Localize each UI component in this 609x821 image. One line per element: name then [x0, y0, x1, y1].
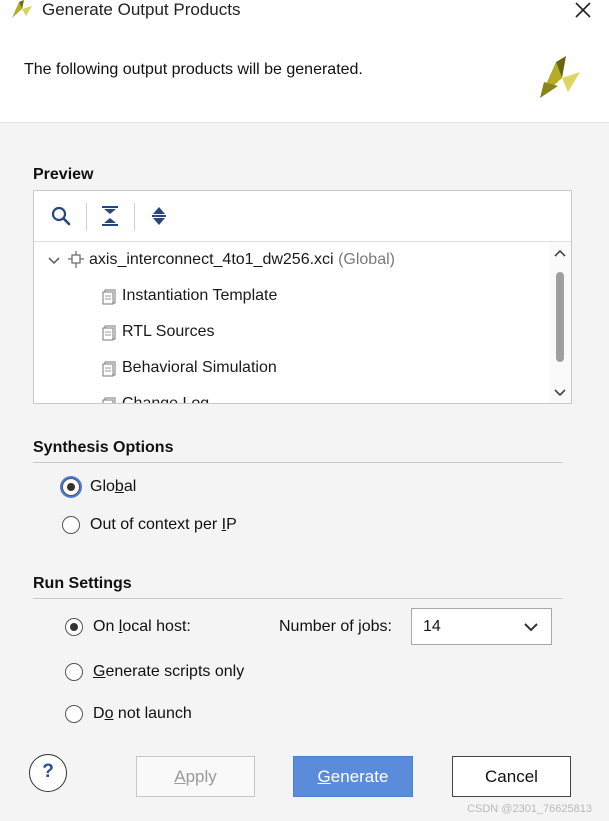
- title-bar: Generate Output Products: [0, 0, 609, 34]
- preview-tree: axis_interconnect_4to1_dw256.xci (Global…: [34, 242, 549, 403]
- file-icon: [102, 325, 116, 341]
- help-button[interactable]: ?: [29, 754, 67, 792]
- apply-button[interactable]: Apply: [136, 756, 255, 797]
- scrollbar-thumb[interactable]: [556, 272, 564, 362]
- run-local-host-radio[interactable]: [65, 618, 83, 636]
- cancel-button[interactable]: Cancel: [452, 756, 571, 797]
- close-icon[interactable]: [571, 0, 595, 22]
- chevron-down-icon[interactable]: [48, 256, 60, 266]
- run-local-host-label: On local host:: [93, 618, 191, 635]
- preview-title: Preview: [33, 166, 94, 183]
- tree-item-label: Behavioral Simulation: [122, 359, 277, 376]
- tree-item-label: Change Log: [122, 395, 209, 403]
- tree-item-label: Instantiation Template: [122, 287, 278, 304]
- watermark: CSDN @2301_76625813: [467, 803, 592, 815]
- jobs-value: 14: [423, 618, 441, 635]
- jobs-label: Number of jobs:: [279, 618, 392, 635]
- section-divider: [33, 598, 562, 599]
- tree-root-label: axis_interconnect_4to1_dw256.xci: [89, 251, 334, 268]
- ip-core-icon: [68, 251, 84, 268]
- preview-scrollbar[interactable]: [549, 242, 571, 403]
- tree-row-root[interactable]: axis_interconnect_4to1_dw256.xci (Global…: [34, 248, 549, 274]
- chevron-up-icon[interactable]: [554, 248, 566, 258]
- jobs-select[interactable]: 14: [411, 608, 552, 645]
- run-do-not-launch-label: Do not launch: [93, 705, 192, 722]
- preview-panel: axis_interconnect_4to1_dw256.xci (Global…: [33, 190, 572, 404]
- section-divider: [33, 462, 562, 463]
- chevron-down-icon[interactable]: [554, 388, 566, 398]
- window-title: Generate Output Products: [42, 0, 241, 19]
- collapse-all-icon[interactable]: [99, 205, 121, 227]
- synthesis-global-label: Global: [90, 478, 137, 495]
- vivado-logo-icon: [540, 56, 580, 98]
- run-do-not-launch-radio[interactable]: [65, 705, 83, 723]
- run-scripts-only-label: Generate scripts only: [93, 663, 245, 680]
- run-settings-title: Run Settings: [33, 575, 132, 592]
- chevron-down-icon: [524, 623, 538, 632]
- synthesis-options-title: Synthesis Options: [33, 439, 174, 456]
- search-icon[interactable]: [50, 205, 72, 227]
- generate-button[interactable]: Generate: [293, 756, 413, 797]
- tree-root-scope: (Global): [338, 251, 395, 268]
- run-scripts-only-radio[interactable]: [65, 663, 83, 681]
- header-banner: The following output products will be ge…: [0, 34, 609, 123]
- file-icon: [102, 361, 116, 377]
- banner-message: The following output products will be ge…: [24, 61, 363, 78]
- vivado-logo-icon: [12, 0, 32, 18]
- synthesis-ooc-label: Out of context per IP: [90, 516, 237, 533]
- synthesis-global-radio[interactable]: [62, 478, 80, 496]
- file-icon: [102, 397, 116, 403]
- toolbar-separator: [86, 203, 87, 231]
- file-icon: [102, 289, 116, 305]
- expand-all-icon[interactable]: [148, 205, 170, 227]
- synthesis-ooc-radio[interactable]: [62, 516, 80, 534]
- preview-toolbar: [34, 191, 571, 242]
- toolbar-separator: [134, 203, 135, 231]
- tree-item-label: RTL Sources: [122, 323, 215, 340]
